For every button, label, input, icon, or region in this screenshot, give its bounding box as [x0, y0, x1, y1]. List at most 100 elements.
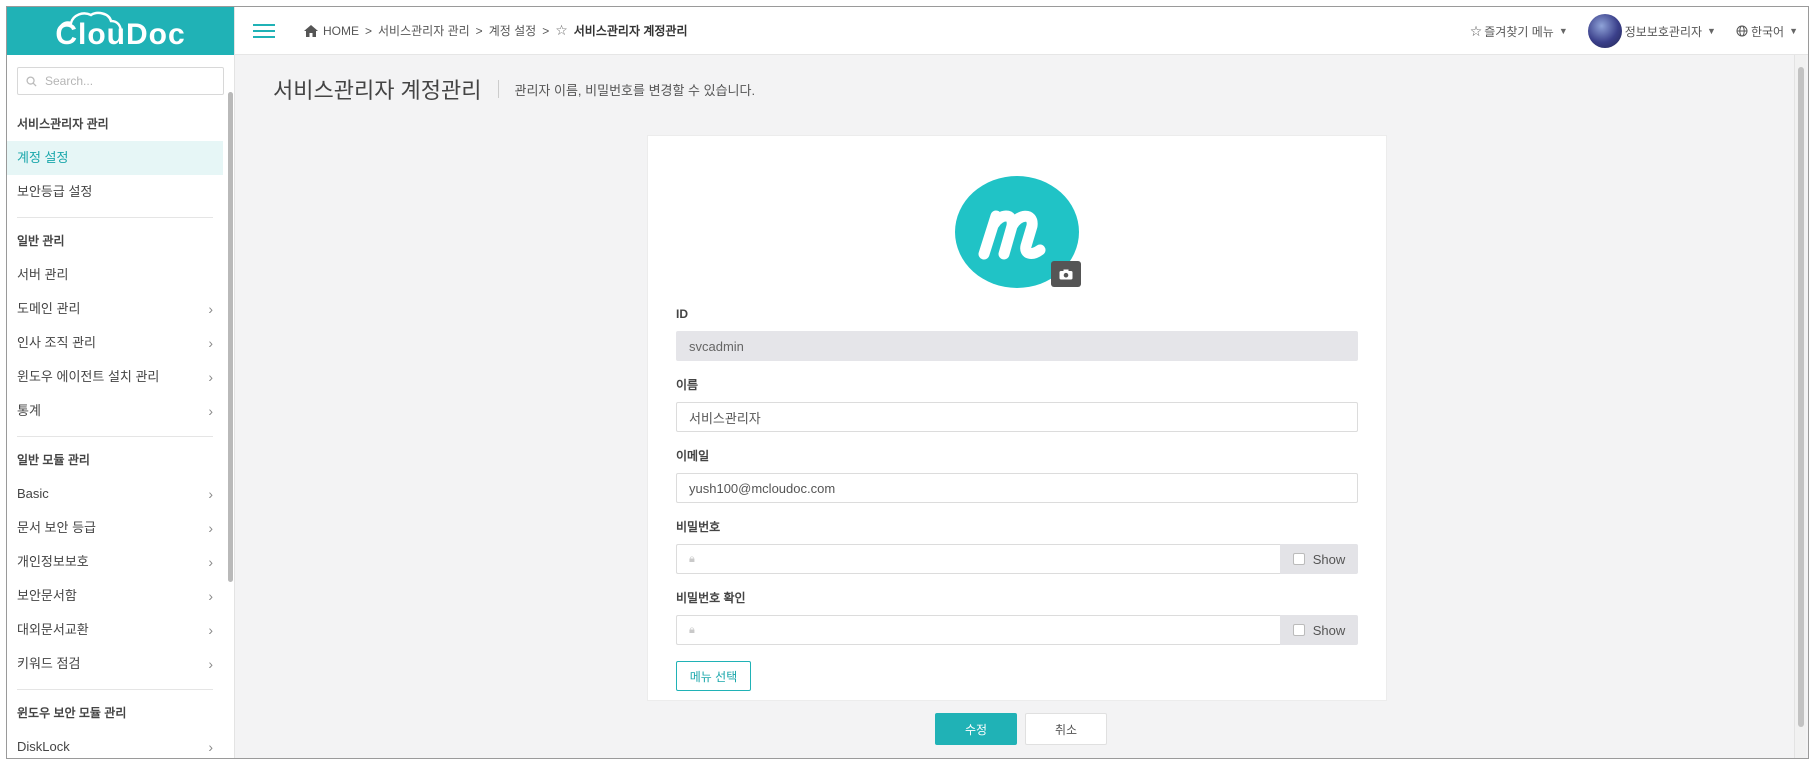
- star-icon[interactable]: ☆: [555, 22, 568, 39]
- page-scrollbar[interactable]: [1794, 55, 1806, 758]
- sidebar-item-basic[interactable]: Basic ›: [7, 477, 223, 511]
- m-logo-icon: [978, 210, 1046, 260]
- sidebar-item-label: 윈도우 에이전트 설치 관리: [17, 369, 160, 384]
- breadcrumb-level1[interactable]: 서비스관리자 관리: [378, 22, 470, 39]
- hamburger-icon[interactable]: [253, 20, 275, 42]
- sidebar-item-disklock[interactable]: DiskLock ›: [7, 730, 223, 758]
- scrollbar-thumb[interactable]: [1798, 67, 1804, 727]
- profile-photo: [955, 176, 1081, 288]
- sidebar-item-label: 보안등급 설정: [17, 184, 93, 199]
- sidebar-item-account-settings[interactable]: 계정 설정: [7, 141, 223, 175]
- sidebar-item-privacy[interactable]: 개인정보보호 ›: [7, 545, 223, 579]
- page-title: 서비스관리자 계정관리: [273, 78, 482, 103]
- language-menu[interactable]: 한국어 ▼: [1736, 23, 1798, 40]
- globe-icon: [1736, 25, 1748, 37]
- id-value: svcadmin: [689, 338, 744, 354]
- show-checkbox[interactable]: [1292, 553, 1305, 565]
- password-label: 비밀번호: [676, 520, 721, 534]
- name-value: 서비스관리자: [689, 410, 761, 426]
- password-show-toggle[interactable]: Show: [1280, 544, 1358, 574]
- divider: [17, 217, 213, 218]
- chevron-right-icon: ›: [208, 301, 213, 317]
- topbar-right: ☆ 즐겨찾기 메뉴 ▼ 정보보호관리자 ▼ 한국어 ▼: [1450, 7, 1798, 55]
- section-title-module: 일반 모듈 관리: [17, 453, 90, 467]
- sidebar-item-label: 도메인 관리: [17, 301, 81, 316]
- lock-icon: 🔒︎: [689, 623, 695, 636]
- breadcrumb: HOME > 서비스관리자 관리 > 계정 설정 > ☆ 서비스관리자 계정관리: [303, 22, 688, 39]
- search-input[interactable]: Search...: [17, 67, 224, 95]
- favorites-menu[interactable]: ☆ 즐겨찾기 메뉴 ▼: [1470, 23, 1568, 40]
- star-icon: ☆: [1469, 22, 1483, 39]
- password-confirm-label: 비밀번호 확인: [676, 591, 746, 605]
- sidebar-item-domain[interactable]: 도메인 관리 ›: [7, 292, 223, 326]
- section-title-general: 일반 관리: [17, 234, 65, 248]
- cancel-button[interactable]: 취소: [1025, 713, 1107, 745]
- user-name: 정보보호관리자: [1624, 24, 1703, 39]
- password-confirm-field[interactable]: 🔒︎: [676, 615, 1280, 645]
- email-label: 이메일: [676, 449, 710, 463]
- password-field[interactable]: 🔒︎: [676, 544, 1280, 574]
- sidebar-item-doc-security[interactable]: 문서 보안 등급 ›: [7, 511, 223, 545]
- sidebar-item-label: 개인정보보호: [17, 554, 89, 569]
- sidebar-item-label: Basic: [17, 486, 49, 501]
- sidebar-item-agent-install[interactable]: 윈도우 에이전트 설치 관리 ›: [7, 360, 223, 394]
- app-window: ClouDoc Search... 서비스관리자 관리 계정 설정 보안등급 설…: [6, 6, 1809, 759]
- chevron-right-icon: ›: [208, 486, 213, 502]
- lock-icon: 🔒︎: [689, 552, 695, 565]
- breadcrumb-sep: >: [475, 23, 483, 38]
- search-placeholder: Search...: [45, 74, 94, 88]
- camera-icon[interactable]: [1051, 261, 1081, 287]
- sidebar: ClouDoc Search... 서비스관리자 관리 계정 설정 보안등급 설…: [7, 7, 235, 758]
- submit-button[interactable]: 수정: [935, 713, 1017, 745]
- chevron-right-icon: ›: [208, 554, 213, 570]
- chevron-right-icon: ›: [208, 588, 213, 604]
- account-form-card: ID svcadmin 이름 서비스관리자 이메일 yush100@mcloud…: [647, 135, 1387, 701]
- id-label: ID: [676, 307, 688, 321]
- breadcrumb-current: 서비스관리자 계정관리: [573, 24, 688, 38]
- sidebar-item-label: 키워드 점검: [17, 656, 81, 671]
- user-menu[interactable]: 정보보호관리자 ▼: [1587, 14, 1716, 48]
- title-divider: [497, 80, 499, 98]
- section-title-windows-module: 윈도우 보안 모듈 관리: [17, 706, 127, 720]
- page-header: 서비스관리자 계정관리 관리자 이름, 비밀번호를 변경할 수 있습니다.: [273, 73, 755, 105]
- email-value: yush100@mcloudoc.com: [689, 480, 836, 496]
- sidebar-item-label: 통계: [17, 403, 41, 418]
- sidebar-item-org[interactable]: 인사 조직 관리 ›: [7, 326, 223, 360]
- password-confirm-show-toggle[interactable]: Show: [1280, 615, 1358, 645]
- caret-down-icon: ▼: [1558, 26, 1568, 36]
- sidebar-item-label: 보안문서함: [17, 588, 77, 603]
- account-form: ID svcadmin 이름 서비스관리자 이메일 yush100@mcloud…: [676, 304, 1358, 691]
- name-field[interactable]: 서비스관리자: [676, 402, 1358, 432]
- breadcrumb-home[interactable]: HOME: [323, 24, 359, 38]
- sidebar-item-label: 대외문서교환: [17, 622, 89, 637]
- show-label: Show: [1312, 622, 1346, 638]
- page-description: 관리자 이름, 비밀번호를 변경할 수 있습니다.: [514, 82, 756, 98]
- sidebar-item-label: DiskLock: [17, 739, 70, 754]
- show-checkbox[interactable]: [1292, 624, 1305, 636]
- sidebar-item-server[interactable]: 서버 관리: [7, 258, 223, 292]
- caret-down-icon: ▼: [1707, 26, 1716, 36]
- form-actions: 수정 취소: [935, 713, 1107, 745]
- menu-select-button[interactable]: 메뉴 선택: [676, 661, 751, 691]
- breadcrumb-level2[interactable]: 계정 설정: [489, 22, 537, 39]
- sidebar-item-label: 인사 조직 관리: [17, 335, 96, 350]
- id-field: svcadmin: [676, 331, 1358, 361]
- chevron-right-icon: ›: [208, 622, 213, 638]
- sidebar-item-label: 계정 설정: [17, 150, 69, 165]
- caret-down-icon: ▼: [1789, 26, 1798, 36]
- sidebar-scrollbar[interactable]: [228, 92, 233, 582]
- language-label: 한국어: [1750, 24, 1785, 39]
- sidebar-item-exchange[interactable]: 대외문서교환 ›: [7, 613, 223, 647]
- sidebar-item-secure-box[interactable]: 보안문서함 ›: [7, 579, 223, 613]
- search-icon: [26, 75, 37, 87]
- sidebar-item-security-level[interactable]: 보안등급 설정: [7, 175, 223, 209]
- sidebar-item-stats[interactable]: 통계 ›: [7, 394, 223, 428]
- email-field[interactable]: yush100@mcloudoc.com: [676, 473, 1358, 503]
- breadcrumb-sep: >: [365, 23, 373, 38]
- logo[interactable]: ClouDoc: [7, 7, 234, 55]
- breadcrumb-sep: >: [542, 23, 550, 38]
- divider: [17, 436, 213, 437]
- chevron-right-icon: ›: [208, 656, 213, 672]
- home-icon[interactable]: [303, 24, 319, 38]
- sidebar-item-keyword[interactable]: 키워드 점검 ›: [7, 647, 223, 681]
